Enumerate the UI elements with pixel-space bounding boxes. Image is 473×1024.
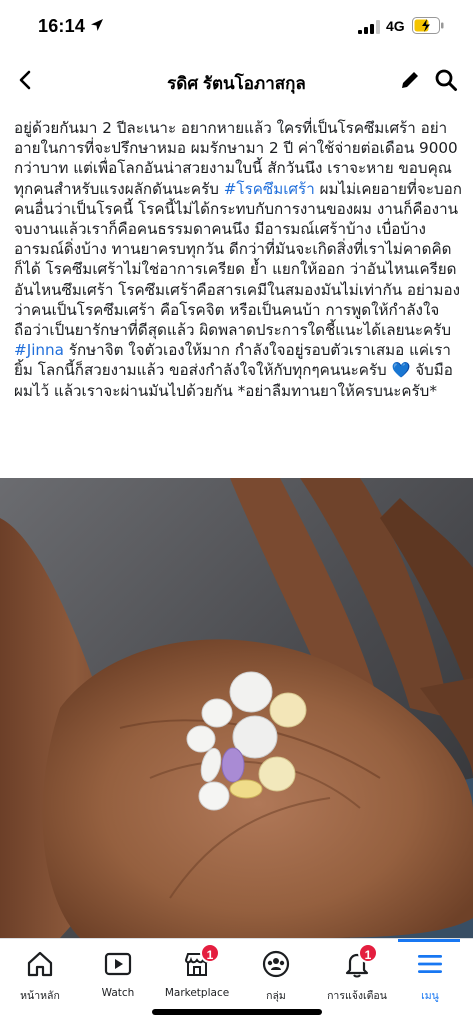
nav-label-marketplace: Marketplace (164, 987, 230, 999)
signal-icon (358, 20, 380, 34)
watch-video-icon (104, 952, 132, 976)
nav-menu[interactable]: เมนู (402, 939, 458, 1009)
post-text-segment: รักษาจิต ใจตัวเองให้มาก กำลังใจอยู่รอบตั… (14, 341, 453, 400)
post-text-segment: ผมไม่เคยอายที่จะบอกคนอื่นว่าเป็นโรคนี้ โ… (14, 179, 462, 340)
home-icon (27, 951, 53, 977)
nav-label-watch: Watch (101, 987, 135, 999)
nav-label-notifications: การแจ้งเตือน (327, 990, 387, 1002)
nav-label-groups: กลุ่ม (266, 990, 286, 1002)
nav-notifications[interactable]: 1 การแจ้งเตือน (320, 939, 394, 1009)
location-arrow-icon (91, 19, 103, 31)
post-photo[interactable] (0, 478, 473, 938)
notifications-badge: 1 (358, 943, 378, 963)
nav-marketplace[interactable]: 1 Marketplace (160, 939, 234, 1009)
nav-label-menu: เมนู (421, 990, 439, 1002)
nav-label-home: หน้าหลัก (20, 990, 60, 1002)
nav-home[interactable]: หน้าหลัก (10, 939, 70, 1009)
hashtag-link[interactable]: #Jinna (14, 341, 64, 359)
hashtag-link[interactable]: #โรคซึมเศร้า (224, 180, 315, 198)
back-icon[interactable] (14, 68, 38, 92)
edit-icon[interactable] (398, 68, 422, 92)
battery-charging-icon (412, 17, 444, 34)
nav-groups[interactable]: กลุ่ม (246, 939, 306, 1009)
search-icon[interactable] (434, 68, 458, 92)
home-indicator (152, 1009, 322, 1015)
post-text: อยู่ด้วยกันมา 2 ปีละเนาะ อยากหายแล้ว ใคร… (14, 118, 462, 401)
menu-icon (418, 955, 442, 973)
nav-watch[interactable]: Watch (88, 939, 148, 1009)
page-title: รดิศ รัตนโอภาสกุล (167, 74, 306, 93)
status-bar: 16:14 4G (0, 0, 473, 52)
page-header: รดิศ รัตนโอภาสกุล (0, 52, 473, 110)
pills-in-hand-photo (0, 478, 473, 938)
network-type: 4G (386, 18, 405, 34)
status-time: 16:14 (38, 16, 86, 36)
marketplace-badge: 1 (200, 943, 220, 963)
groups-icon (262, 950, 290, 978)
